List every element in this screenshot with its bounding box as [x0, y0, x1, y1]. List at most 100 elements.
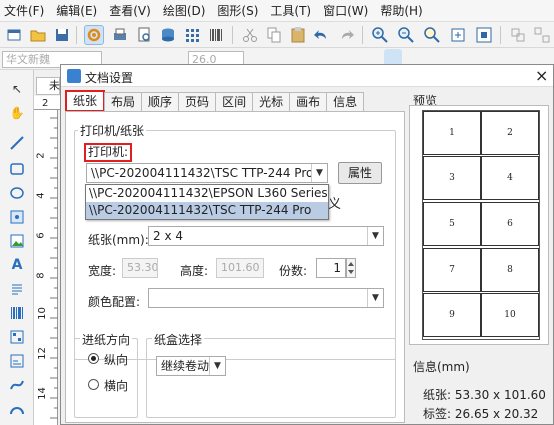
barcode-icon[interactable]: [206, 25, 226, 45]
open-folder-icon[interactable]: [28, 25, 48, 45]
paper-tab-panel: 打印机/纸张 打印机: \\PC-202004111432\TSC TTP-24…: [65, 111, 405, 423]
grid-icon[interactable]: [182, 25, 202, 45]
preview-label-cell: 1: [423, 111, 481, 155]
tray-label: 纸盒选择: [152, 331, 205, 348]
menu-help[interactable]: 帮助(H): [380, 2, 422, 19]
tab-strip: 纸张 布局 顺序 页码 区间 光标 画布 信息: [65, 90, 365, 112]
pointer-icon[interactable]: ↖: [8, 80, 26, 98]
preview-pane: 1 2 3 4 5 6 7 8 9 10: [409, 105, 549, 345]
chevron-down-icon[interactable]: ▼: [209, 357, 225, 375]
tab-canvas[interactable]: 画布: [289, 92, 328, 112]
fit-page-icon[interactable]: [448, 25, 468, 45]
height-label: 高度:: [180, 264, 209, 278]
document-tab[interactable]: 未: [36, 77, 60, 95]
ellipse-tool-icon[interactable]: [8, 184, 26, 202]
stepper-arrows[interactable]: [346, 258, 356, 278]
text-tool-icon[interactable]: A: [8, 256, 26, 274]
menu-shape[interactable]: 图形(S): [217, 2, 258, 19]
menu-view[interactable]: 查看(V): [109, 2, 151, 19]
preview-label-cell: 7: [423, 248, 481, 292]
tab-cursor[interactable]: 光标: [252, 92, 291, 112]
tab-page-number[interactable]: 页码: [178, 92, 217, 112]
portrait-label: 纵向: [104, 353, 129, 367]
color-config-select[interactable]: ▼: [148, 288, 384, 308]
printer-option[interactable]: \\PC-202004111432\EPSON L360 Series: [86, 185, 328, 202]
zoom-fit-icon[interactable]: [422, 25, 442, 45]
qrcode-tool-icon[interactable]: [8, 328, 26, 346]
tab-paper[interactable]: 纸张: [65, 90, 106, 112]
menu-draw[interactable]: 绘图(D): [163, 2, 206, 19]
menu-bar: 文件(F) 编辑(E) 查看(V) 绘图(D) 图形(S) 工具(T) 窗口(W…: [0, 0, 554, 22]
print-preview-icon[interactable]: [134, 25, 154, 45]
info-label-size: 标签: 26.65 x 20.32: [423, 407, 539, 421]
width-input[interactable]: 53.30: [122, 258, 158, 278]
ungroup-icon[interactable]: [532, 25, 552, 45]
vertical-ruler: 2 4 6 8 10 12 14: [34, 110, 58, 425]
printer-paper-group-label: 打印机/纸张: [78, 122, 147, 139]
printer-dropdown-list: \\PC-202004111432\EPSON L360 Series \\PC…: [85, 184, 329, 220]
printer-label: 打印机:: [84, 143, 133, 162]
tab-order[interactable]: 顺序: [141, 92, 180, 112]
zoom-out-icon[interactable]: [396, 25, 416, 45]
undo-icon[interactable]: [312, 25, 332, 45]
picture-tool-icon[interactable]: [8, 232, 26, 250]
database-icon[interactable]: [158, 25, 178, 45]
preview-label-cell: 4: [481, 156, 539, 200]
copies-label: 份数:: [279, 264, 308, 278]
line-tool-icon[interactable]: [8, 134, 26, 152]
chevron-down-icon[interactable]: ▼: [367, 227, 383, 245]
document-settings-dialog: 文档设置 × 纸张 布局 顺序 页码 区间 光标 画布 信息 打印机/纸张 打印…: [60, 64, 554, 425]
paper-size-label: 纸张(mm):: [88, 233, 149, 247]
tab-layout[interactable]: 布局: [104, 92, 143, 112]
copy-icon[interactable]: [264, 25, 284, 45]
info-paper: 纸张: 53.30 x 101.60: [423, 388, 546, 402]
radio-landscape[interactable]: [88, 379, 99, 390]
pan-icon[interactable]: ✋: [8, 104, 26, 122]
tab-range[interactable]: 区间: [215, 92, 254, 112]
properties-button[interactable]: 属性: [338, 162, 382, 184]
cut-icon[interactable]: [240, 25, 260, 45]
menu-edit[interactable]: 编辑(E): [56, 2, 97, 19]
actual-size-icon[interactable]: [474, 25, 494, 45]
chevron-down-icon[interactable]: ▼: [311, 164, 327, 182]
zoom-in-icon[interactable]: [370, 25, 390, 45]
dialog-title: 文档设置: [85, 71, 134, 85]
radio-portrait[interactable]: [88, 353, 99, 364]
info-label: 信息(mm): [413, 360, 470, 374]
menu-file[interactable]: 文件(F): [4, 2, 44, 19]
toolbar: [0, 22, 554, 48]
chevron-down-icon[interactable]: ▼: [367, 289, 383, 307]
paragraph-tool-icon[interactable]: [8, 280, 26, 298]
preview-label-cell: 10: [481, 293, 539, 337]
printer-option-selected[interactable]: \\PC-202004111432\TSC TTP-244 Pro: [86, 202, 328, 219]
new-doc-icon[interactable]: [4, 25, 24, 45]
curve-tool-icon[interactable]: [8, 376, 26, 394]
height-input[interactable]: 101.60: [216, 258, 264, 278]
arc-tool-icon[interactable]: [8, 400, 26, 418]
tab-info[interactable]: 信息: [326, 92, 365, 112]
landscape-label: 横向: [104, 379, 129, 393]
barcode-tool-icon[interactable]: [8, 304, 26, 322]
image-tool-icon[interactable]: [8, 208, 26, 226]
tray-select[interactable]: 继续卷动 ▼: [156, 356, 226, 376]
menu-window[interactable]: 窗口(W): [323, 2, 368, 19]
settings-gear-icon[interactable]: [84, 25, 104, 45]
group-icon[interactable]: [508, 25, 528, 45]
preview-label-cell: 9: [423, 293, 481, 337]
dialog-app-icon: [67, 69, 81, 83]
redo-icon[interactable]: [336, 25, 356, 45]
close-icon[interactable]: ×: [535, 66, 548, 85]
feed-direction-label: 进纸方向: [80, 331, 133, 348]
printer-select[interactable]: \\PC-202004111432\TSC TTP-244 Pro ▼: [86, 163, 328, 183]
menu-tools[interactable]: 工具(T): [270, 2, 311, 19]
save-icon[interactable]: [52, 25, 72, 45]
print-icon[interactable]: [110, 25, 130, 45]
rectangle-tool-icon[interactable]: [8, 160, 26, 178]
left-toolbox: ↖ ✋ A: [0, 70, 34, 425]
tray-group: [146, 338, 396, 418]
copies-stepper[interactable]: 1: [316, 258, 346, 278]
preview-label-cell: 2: [481, 111, 539, 155]
paste-icon[interactable]: [288, 25, 308, 45]
datamatrix-tool-icon[interactable]: [8, 352, 26, 370]
paper-size-select[interactable]: 2 x 4 ▼: [148, 226, 384, 246]
